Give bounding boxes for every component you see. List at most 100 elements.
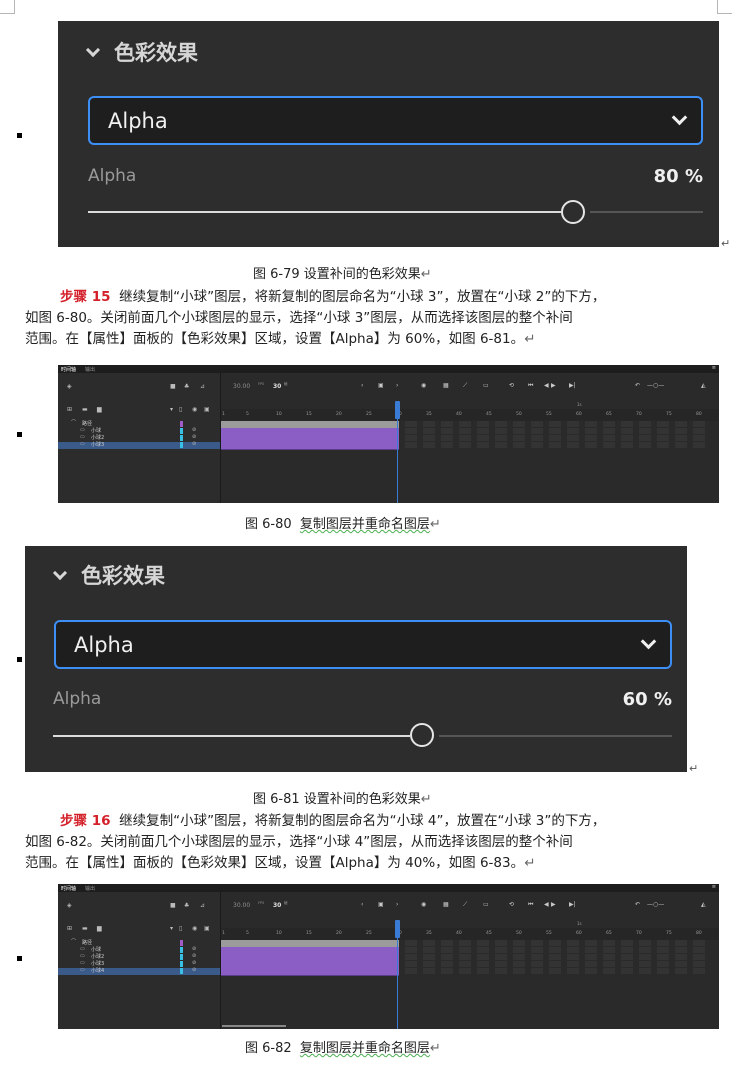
empty-frame-cell	[567, 947, 579, 953]
play-icon[interactable]: ▶	[551, 901, 556, 908]
onion-skin-icon[interactable]: ◉	[421, 901, 426, 908]
layer-name[interactable]: 小球3	[91, 442, 104, 449]
hidden-eye-icon[interactable]: ⊘	[192, 434, 196, 441]
lock-icon[interactable]: ▣	[204, 925, 210, 932]
tween-span[interactable]	[221, 968, 399, 976]
empty-frame-cell	[675, 442, 687, 448]
empty-frame-cell	[693, 421, 705, 427]
prev-keyframe-icon[interactable]: ‹	[361, 901, 363, 908]
tab-timeline[interactable]: 时间轴	[61, 885, 76, 892]
parent-icon[interactable]: ♣	[184, 902, 189, 909]
edit-multiple-icon[interactable]: ⟋	[463, 901, 467, 909]
layer-row[interactable]: ▭ 小球4 ⊘	[58, 967, 220, 975]
ruler-tick-label: 1	[222, 412, 225, 417]
ruler-tick-label: 60	[576, 412, 582, 417]
delete-icon[interactable]: ▆	[97, 925, 102, 932]
loop-icon[interactable]: ⟲	[509, 901, 514, 908]
current-frame[interactable]: 30	[273, 902, 281, 909]
layers-icon[interactable]: ◈	[67, 902, 72, 909]
color-effect-select[interactable]: Alpha	[88, 96, 703, 145]
layer-name[interactable]: 小球2	[91, 954, 104, 961]
panel-menu-icon[interactable]: ≡	[712, 884, 716, 890]
edit-multiple-icon[interactable]: ⟋	[463, 382, 467, 390]
empty-frame-cell	[585, 961, 597, 967]
empty-frame-cell	[657, 954, 669, 960]
add-keyframe-icon[interactable]: ▣	[378, 382, 384, 389]
step-forward-icon[interactable]: ▶|	[569, 901, 576, 908]
camera-icon[interactable]: ■	[170, 902, 176, 909]
prev-keyframe-icon[interactable]: ‹	[361, 382, 363, 389]
color-effect-select[interactable]: Alpha	[54, 620, 672, 669]
current-frame[interactable]: 30	[273, 383, 281, 390]
zoom-slider[interactable]: —○—	[647, 901, 664, 908]
undo-icon[interactable]: ↶	[635, 901, 640, 908]
onion-skin-icon[interactable]: ◉	[421, 382, 426, 389]
layer-name[interactable]: 小球2	[91, 435, 104, 442]
tab-timeline[interactable]: 时间轴	[61, 366, 76, 373]
zoom-slider[interactable]: —○—	[647, 382, 664, 389]
alpha-value[interactable]: 80 %	[654, 166, 703, 187]
next-keyframe-icon[interactable]: ›	[396, 382, 398, 389]
rewind-icon[interactable]: ⏮	[528, 382, 533, 390]
hidden-eye-icon[interactable]: ⊘	[192, 953, 196, 960]
hidden-eye-icon[interactable]: ⊘	[192, 960, 196, 967]
layers-icon[interactable]: ◈	[67, 383, 72, 390]
new-layer-icon[interactable]: ⊞	[67, 925, 72, 932]
tab-output[interactable]: 输出	[85, 366, 95, 373]
layer-name[interactable]: 小球3	[91, 961, 104, 968]
layer-name[interactable]: 小球4	[91, 968, 104, 975]
tab-output[interactable]: 输出	[85, 885, 95, 892]
panel-header[interactable]: 色彩效果	[52, 562, 165, 588]
graph-icon[interactable]: ⊿	[200, 902, 205, 909]
panel-title: 色彩效果	[81, 564, 165, 588]
folder-icon[interactable]: ▬	[82, 406, 88, 413]
undo-icon[interactable]: ↶	[635, 382, 640, 389]
next-keyframe-icon[interactable]: ›	[396, 901, 398, 908]
outline-icon[interactable]: ▯	[179, 925, 182, 932]
camera-tool-icon[interactable]: ▭	[483, 382, 489, 389]
empty-frame-cell	[441, 442, 453, 448]
slider-knob[interactable]	[561, 200, 585, 224]
parent-icon[interactable]: ♣	[184, 383, 189, 390]
empty-frame-cell	[495, 940, 507, 946]
add-keyframe-icon[interactable]: ▣	[378, 901, 384, 908]
tween-span[interactable]	[221, 442, 399, 450]
hidden-eye-icon[interactable]: ⊘	[192, 441, 196, 448]
onion-range-icon[interactable]: ▦	[443, 382, 449, 389]
layer-row[interactable]: ▭ 小球3 ⊘	[58, 441, 220, 449]
folder-icon[interactable]: ▬	[82, 925, 88, 932]
fit-icon[interactable]: ◭	[701, 382, 706, 389]
fit-icon[interactable]: ◭	[701, 901, 706, 908]
onion-range-icon[interactable]: ▦	[443, 901, 449, 908]
hidden-eye-icon[interactable]: ⊘	[192, 967, 196, 974]
eye-icon[interactable]: ◉	[192, 406, 197, 413]
empty-frame-cell	[423, 954, 435, 960]
outline-icon[interactable]: ▯	[179, 406, 182, 413]
slider-knob[interactable]	[410, 723, 434, 747]
panel-header[interactable]: 色彩效果	[85, 39, 198, 65]
ruler-tick-label: 80	[696, 931, 702, 936]
step-forward-icon[interactable]: ▶|	[569, 382, 576, 389]
empty-frame-cell	[549, 428, 561, 434]
layer-name[interactable]: 小球	[91, 428, 101, 435]
hidden-eye-icon[interactable]: ⊘	[192, 946, 196, 953]
rewind-icon[interactable]: ⏮	[528, 901, 533, 909]
eye-icon[interactable]: ◉	[192, 925, 197, 932]
camera-tool-icon[interactable]: ▭	[483, 901, 489, 908]
hidden-eye-icon[interactable]: ⊘	[192, 427, 196, 434]
play-icon[interactable]: ▶	[551, 382, 556, 389]
delete-icon[interactable]: ▆	[97, 406, 102, 413]
layer-name[interactable]: 小球	[91, 947, 101, 954]
alpha-value[interactable]: 60 %	[623, 689, 672, 710]
ruler-tick-label: 75	[666, 931, 672, 936]
step-back-icon[interactable]: ◀	[544, 382, 549, 389]
timeline-scrollbar[interactable]	[222, 1025, 286, 1027]
lock-icon[interactable]: ▣	[204, 406, 210, 413]
panel-menu-icon[interactable]: ≡	[712, 365, 716, 371]
camera-icon[interactable]: ■	[170, 383, 176, 390]
graph-icon[interactable]: ⊿	[200, 383, 205, 390]
new-layer-icon[interactable]: ⊞	[67, 406, 72, 413]
layers-column: ◈ ■ ♣ ⊿ ⊞ ▬ ▆ ▾ ▯ ◉ ▣ ⌒ 路径 ▭ 小球 ⊘ ▭ 小球2 ⊘ ▭ 小球3 ⊘ ▭ 小球4 ⊘	[58, 892, 221, 1029]
step-back-icon[interactable]: ◀	[544, 901, 549, 908]
loop-icon[interactable]: ⟲	[509, 382, 514, 389]
